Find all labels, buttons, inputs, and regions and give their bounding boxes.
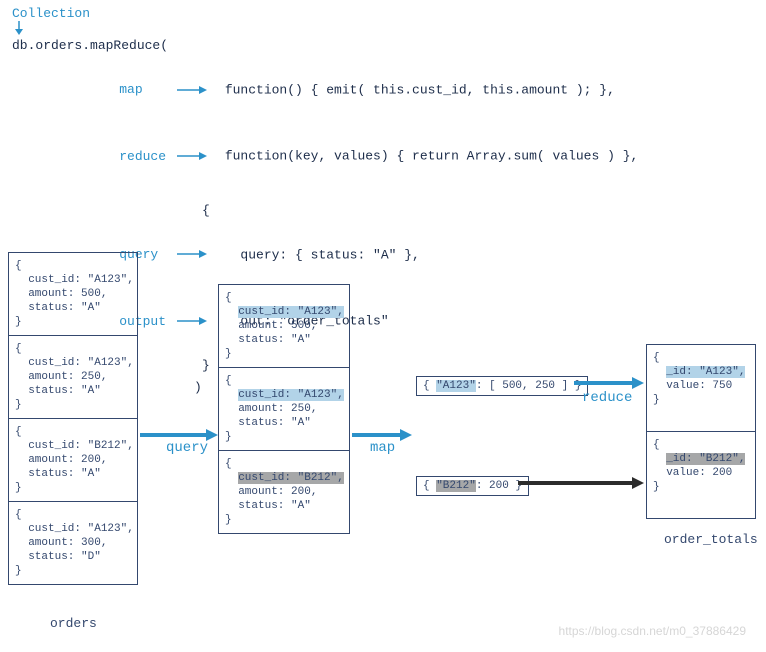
reduce-label: reduce xyxy=(119,146,175,168)
watermark: https://blog.csdn.net/m0_37886429 xyxy=(559,624,746,638)
map-label: map xyxy=(119,79,175,101)
code-line-map: map function() { emit( this.cust_id, thi… xyxy=(12,57,746,123)
diagram: { cust_id: "A123", amount: 500, status: … xyxy=(6,228,760,646)
doc-item: { cust_id: "B212", amount: 200, status: … xyxy=(219,451,349,533)
doc-item: { _id: "B212", value: 200 } xyxy=(647,432,755,518)
map-fn: function() { emit( this.cust_id, this.am… xyxy=(225,82,615,97)
filtered-column: { cust_id: "A123", amount: 500, status: … xyxy=(218,284,350,534)
results-label: order_totals xyxy=(664,532,758,547)
doc-item: { _id: "A123", value: 750 } xyxy=(647,345,755,432)
doc-item: { cust_id: "A123", amount: 500, status: … xyxy=(219,285,349,368)
reduce-fn: function(key, values) { return Array.sum… xyxy=(225,149,638,164)
mapped-a123: { "A123": [ 500, 250 ] } xyxy=(416,376,588,396)
doc-item: { cust_id: "A123", amount: 250, status: … xyxy=(219,368,349,451)
arrow-right-icon xyxy=(175,145,209,167)
orders-column: { cust_id: "A123", amount: 500, status: … xyxy=(8,252,138,585)
code-line: db.orders.mapReduce( xyxy=(12,35,746,57)
code-line-reduce: reduce function(key, values) { return Ar… xyxy=(12,123,746,189)
code-line-brace-open: { xyxy=(12,200,746,222)
mapped-b212: { "B212": 200 } xyxy=(416,476,529,496)
stage-reduce-label: reduce xyxy=(582,390,632,406)
stage-map-label: map xyxy=(370,440,395,456)
orders-label: orders xyxy=(50,616,97,631)
arrow-passthrough-icon xyxy=(518,476,644,494)
doc-item: { cust_id: "A123", amount: 300, status: … xyxy=(9,502,137,584)
arrow-right-icon xyxy=(175,79,209,101)
stage-query-label: query xyxy=(166,440,208,456)
doc-item: { cust_id: "B212", amount: 200, status: … xyxy=(9,419,137,502)
doc-item: { cust_id: "A123", amount: 250, status: … xyxy=(9,336,137,419)
results-column: { _id: "A123", value: 750 } { _id: "B212… xyxy=(646,344,756,519)
doc-item: { cust_id: "A123", amount: 500, status: … xyxy=(9,253,137,336)
arrow-down-icon xyxy=(12,21,746,35)
collection-label: Collection xyxy=(12,6,746,21)
